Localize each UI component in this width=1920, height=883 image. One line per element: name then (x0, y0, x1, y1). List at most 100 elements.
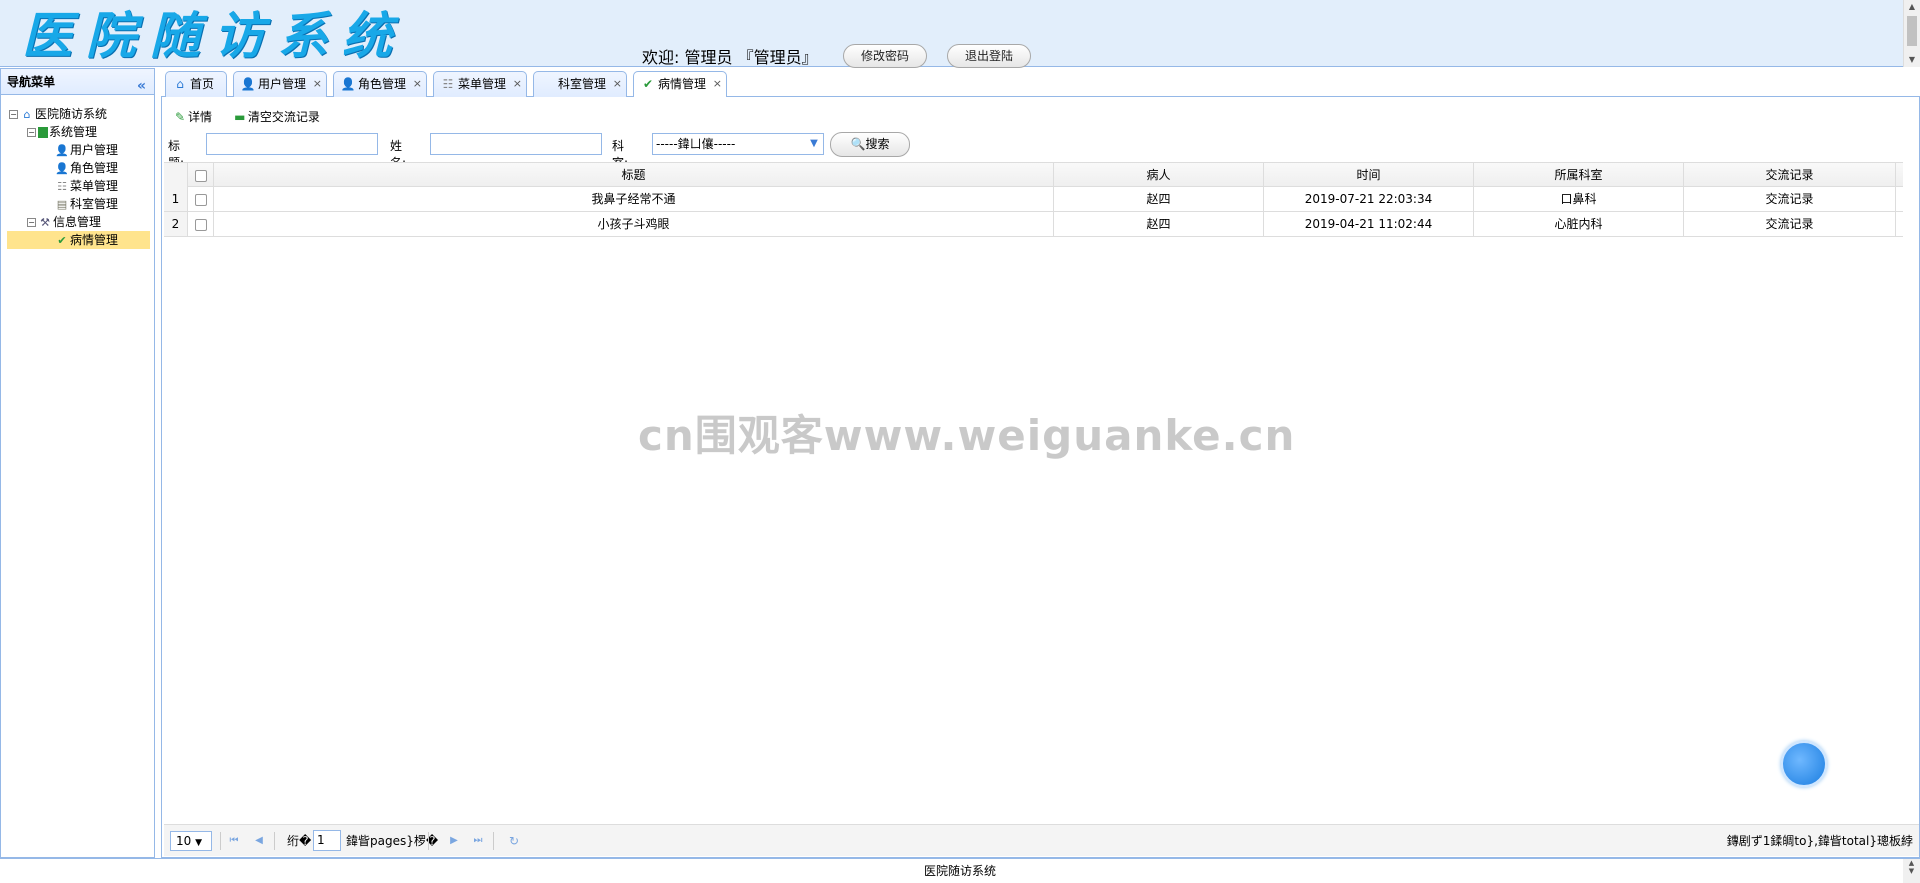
checkbox-icon[interactable] (194, 193, 207, 206)
tree-node-user[interactable]: 👤用户管理 (1, 141, 154, 159)
first-page-icon[interactable]: ⏮ (225, 831, 243, 851)
tab-label: 用户管理 (258, 77, 307, 91)
cell-patient: 赵四 (1054, 212, 1264, 236)
clear-label: 清空交流记录 (247, 110, 320, 124)
dept-selected-value: -----鍏ㄩ儴----- (656, 137, 736, 151)
tree-node-info[interactable]: − ⚒ 信息管理 (1, 213, 154, 231)
column-header-title[interactable]: 标题 (214, 163, 1054, 187)
tree-node-menu[interactable]: ☷ 菜单管理 (1, 177, 154, 195)
data-grid: 标题 病人 时间 所属科室 交流记录 1 我鼻子经常不通 赵四 2019-07-… (164, 162, 1903, 237)
close-icon[interactable]: × (613, 72, 622, 96)
cell-record-link[interactable]: 交流记录 (1684, 187, 1896, 211)
tab-menu[interactable]: ☷ 菜单管理 × (433, 71, 527, 97)
change-password-button[interactable]: 修改密码 (843, 44, 927, 68)
collapse-toggle-icon[interactable]: − (9, 110, 18, 119)
tab-bar: ⌂ 首页 👤 用户管理 × 👤 角色管理 × ☷ 菜单管理 × 科室管理 × ✔ 病情管理 × (161, 69, 1920, 98)
tree-node-label: 菜单管理 (70, 179, 119, 193)
floating-assistant-button[interactable] (1781, 741, 1827, 787)
tab-role[interactable]: 👤 角色管理 × (333, 71, 427, 97)
next-page-icon[interactable]: ▶ (445, 831, 463, 851)
dept-select[interactable]: -----鍏ㄩ儴----- ▼ (652, 133, 824, 155)
tab-home[interactable]: ⌂ 首页 (165, 71, 227, 97)
refresh-icon[interactable]: ↻ (505, 831, 523, 851)
app-logo: 医院随访系统 (22, 6, 406, 65)
tree-node-role[interactable]: 👤角色管理 (1, 159, 154, 177)
tab-label: 科室管理 (558, 77, 607, 91)
cell-record-link[interactable]: 交流记录 (1684, 212, 1896, 236)
tab-user[interactable]: 👤 用户管理 × (233, 71, 327, 97)
header-scrollbar[interactable]: ▲ ▼ (1903, 0, 1920, 67)
search-button[interactable]: 🔍搜索 (830, 132, 910, 157)
tools-icon: ⚒ (40, 215, 50, 229)
table-row[interactable]: 2 小孩子斗鸡眼 赵四 2019-04-21 11:02:44 心脏内科 交流记… (164, 212, 1903, 237)
prev-page-icon[interactable]: ◀ (250, 831, 268, 851)
page-number-input[interactable]: 1 (313, 830, 341, 851)
select-all-checkbox[interactable] (188, 163, 214, 187)
tab-condition[interactable]: ✔ 病情管理 × (633, 71, 727, 98)
menu-icon: ☷ (442, 77, 454, 91)
page-info-text: 鏄剧ず1鍒皗to},鍏眥total}璁板綍 (1726, 834, 1913, 848)
check-icon: ✔ (57, 233, 67, 247)
title-input[interactable] (206, 133, 378, 155)
tree-node-system[interactable]: − 系统管理 (1, 123, 154, 141)
column-header-record[interactable]: 交流记录 (1684, 163, 1896, 187)
main-panel: ✎详情 ▬清空交流记录 标题: 姓名: 科室: -----鍏ㄩ儴----- ▼ … (161, 97, 1920, 858)
footer-scrollbar[interactable]: ▲ ▼ (1903, 859, 1920, 883)
scroll-thumb[interactable] (1907, 16, 1917, 46)
welcome-text: 欢迎: 管理员 『管理员』 (642, 48, 818, 67)
last-page-icon[interactable]: ⏭ (469, 831, 487, 851)
tab-label: 角色管理 (358, 77, 407, 91)
checkbox-icon[interactable] (194, 218, 207, 231)
user-icon: 👤 (55, 143, 69, 157)
checkbox-icon[interactable] (194, 169, 207, 182)
scroll-up-icon[interactable]: ▲ (1904, 0, 1920, 14)
column-header-time[interactable]: 时间 (1264, 163, 1474, 187)
scroll-down-icon[interactable]: ▼ (1904, 53, 1920, 67)
clear-records-button[interactable]: ▬ 清空交流记录 (232, 107, 320, 127)
cell-dept: 口鼻科 (1474, 187, 1684, 211)
role-icon: 👤 (340, 77, 356, 91)
table-row[interactable]: 1 我鼻子经常不通 赵四 2019-07-21 22:03:34 口鼻科 交流记… (164, 187, 1903, 212)
tree-node-dept[interactable]: ▤ 科室管理 (1, 195, 154, 213)
row-number: 1 (164, 187, 188, 211)
watermark-text: cn围观客www.weiguanke.cn (638, 411, 1296, 460)
row-number: 2 (164, 212, 188, 236)
name-input[interactable] (430, 133, 602, 155)
tree-node-label: 科室管理 (70, 197, 119, 211)
detail-button[interactable]: ✎ 详情 (172, 107, 212, 127)
collapse-toggle-icon[interactable]: − (27, 128, 36, 137)
nav-panel: 导航菜单 « − ⌂ 医院随访系统 − 系统管理 👤用户管理 👤角色管理 ☷ 菜单管理 … (0, 68, 155, 858)
grid-header-row: 标题 病人 时间 所属科室 交流记录 (164, 162, 1903, 187)
nav-header: 导航菜单 « (1, 69, 154, 95)
row-checkbox[interactable] (188, 187, 214, 211)
home-icon: ⌂ (23, 107, 31, 121)
collapse-icon[interactable]: « (137, 73, 146, 99)
column-header-patient[interactable]: 病人 (1054, 163, 1264, 187)
column-header-dept[interactable]: 所属科室 (1474, 163, 1684, 187)
close-icon[interactable]: × (413, 72, 422, 96)
footer-text: 医院随访系统 (923, 864, 996, 878)
menu-icon: ☷ (57, 179, 67, 193)
tree-node-label: 医院随访系统 (35, 107, 108, 121)
folder-icon (38, 127, 48, 138)
close-icon[interactable]: × (713, 72, 722, 96)
user-icon: 👤 (240, 77, 256, 91)
role-icon: 👤 (55, 161, 69, 175)
page-size-select[interactable]: 10 ▼ (170, 831, 212, 851)
tree-node-root[interactable]: − ⌂ 医院随访系统 (1, 105, 154, 123)
close-icon[interactable]: × (313, 72, 322, 96)
tree-node-condition[interactable]: ✔ 病情管理 (7, 231, 150, 249)
logout-button[interactable]: 退出登陆 (947, 44, 1031, 68)
cell-dept: 心脏内科 (1474, 212, 1684, 236)
close-icon[interactable]: × (513, 72, 522, 96)
search-icon: 🔍 (850, 137, 866, 151)
nav-title: 导航菜单 (7, 75, 56, 89)
collapse-toggle-icon[interactable]: − (27, 218, 36, 227)
check-icon: ✔ (642, 77, 654, 91)
chevron-down-icon[interactable]: ▼ (805, 134, 823, 154)
nav-tree: − ⌂ 医院随访系统 − 系统管理 👤用户管理 👤角色管理 ☷ 菜单管理 ▤ 科室管理 −… (1, 95, 154, 249)
cell-title: 小孩子斗鸡眼 (214, 212, 1054, 236)
pager-divider (274, 832, 275, 850)
tab-dept[interactable]: 科室管理 × (533, 71, 627, 97)
row-checkbox[interactable] (188, 212, 214, 236)
